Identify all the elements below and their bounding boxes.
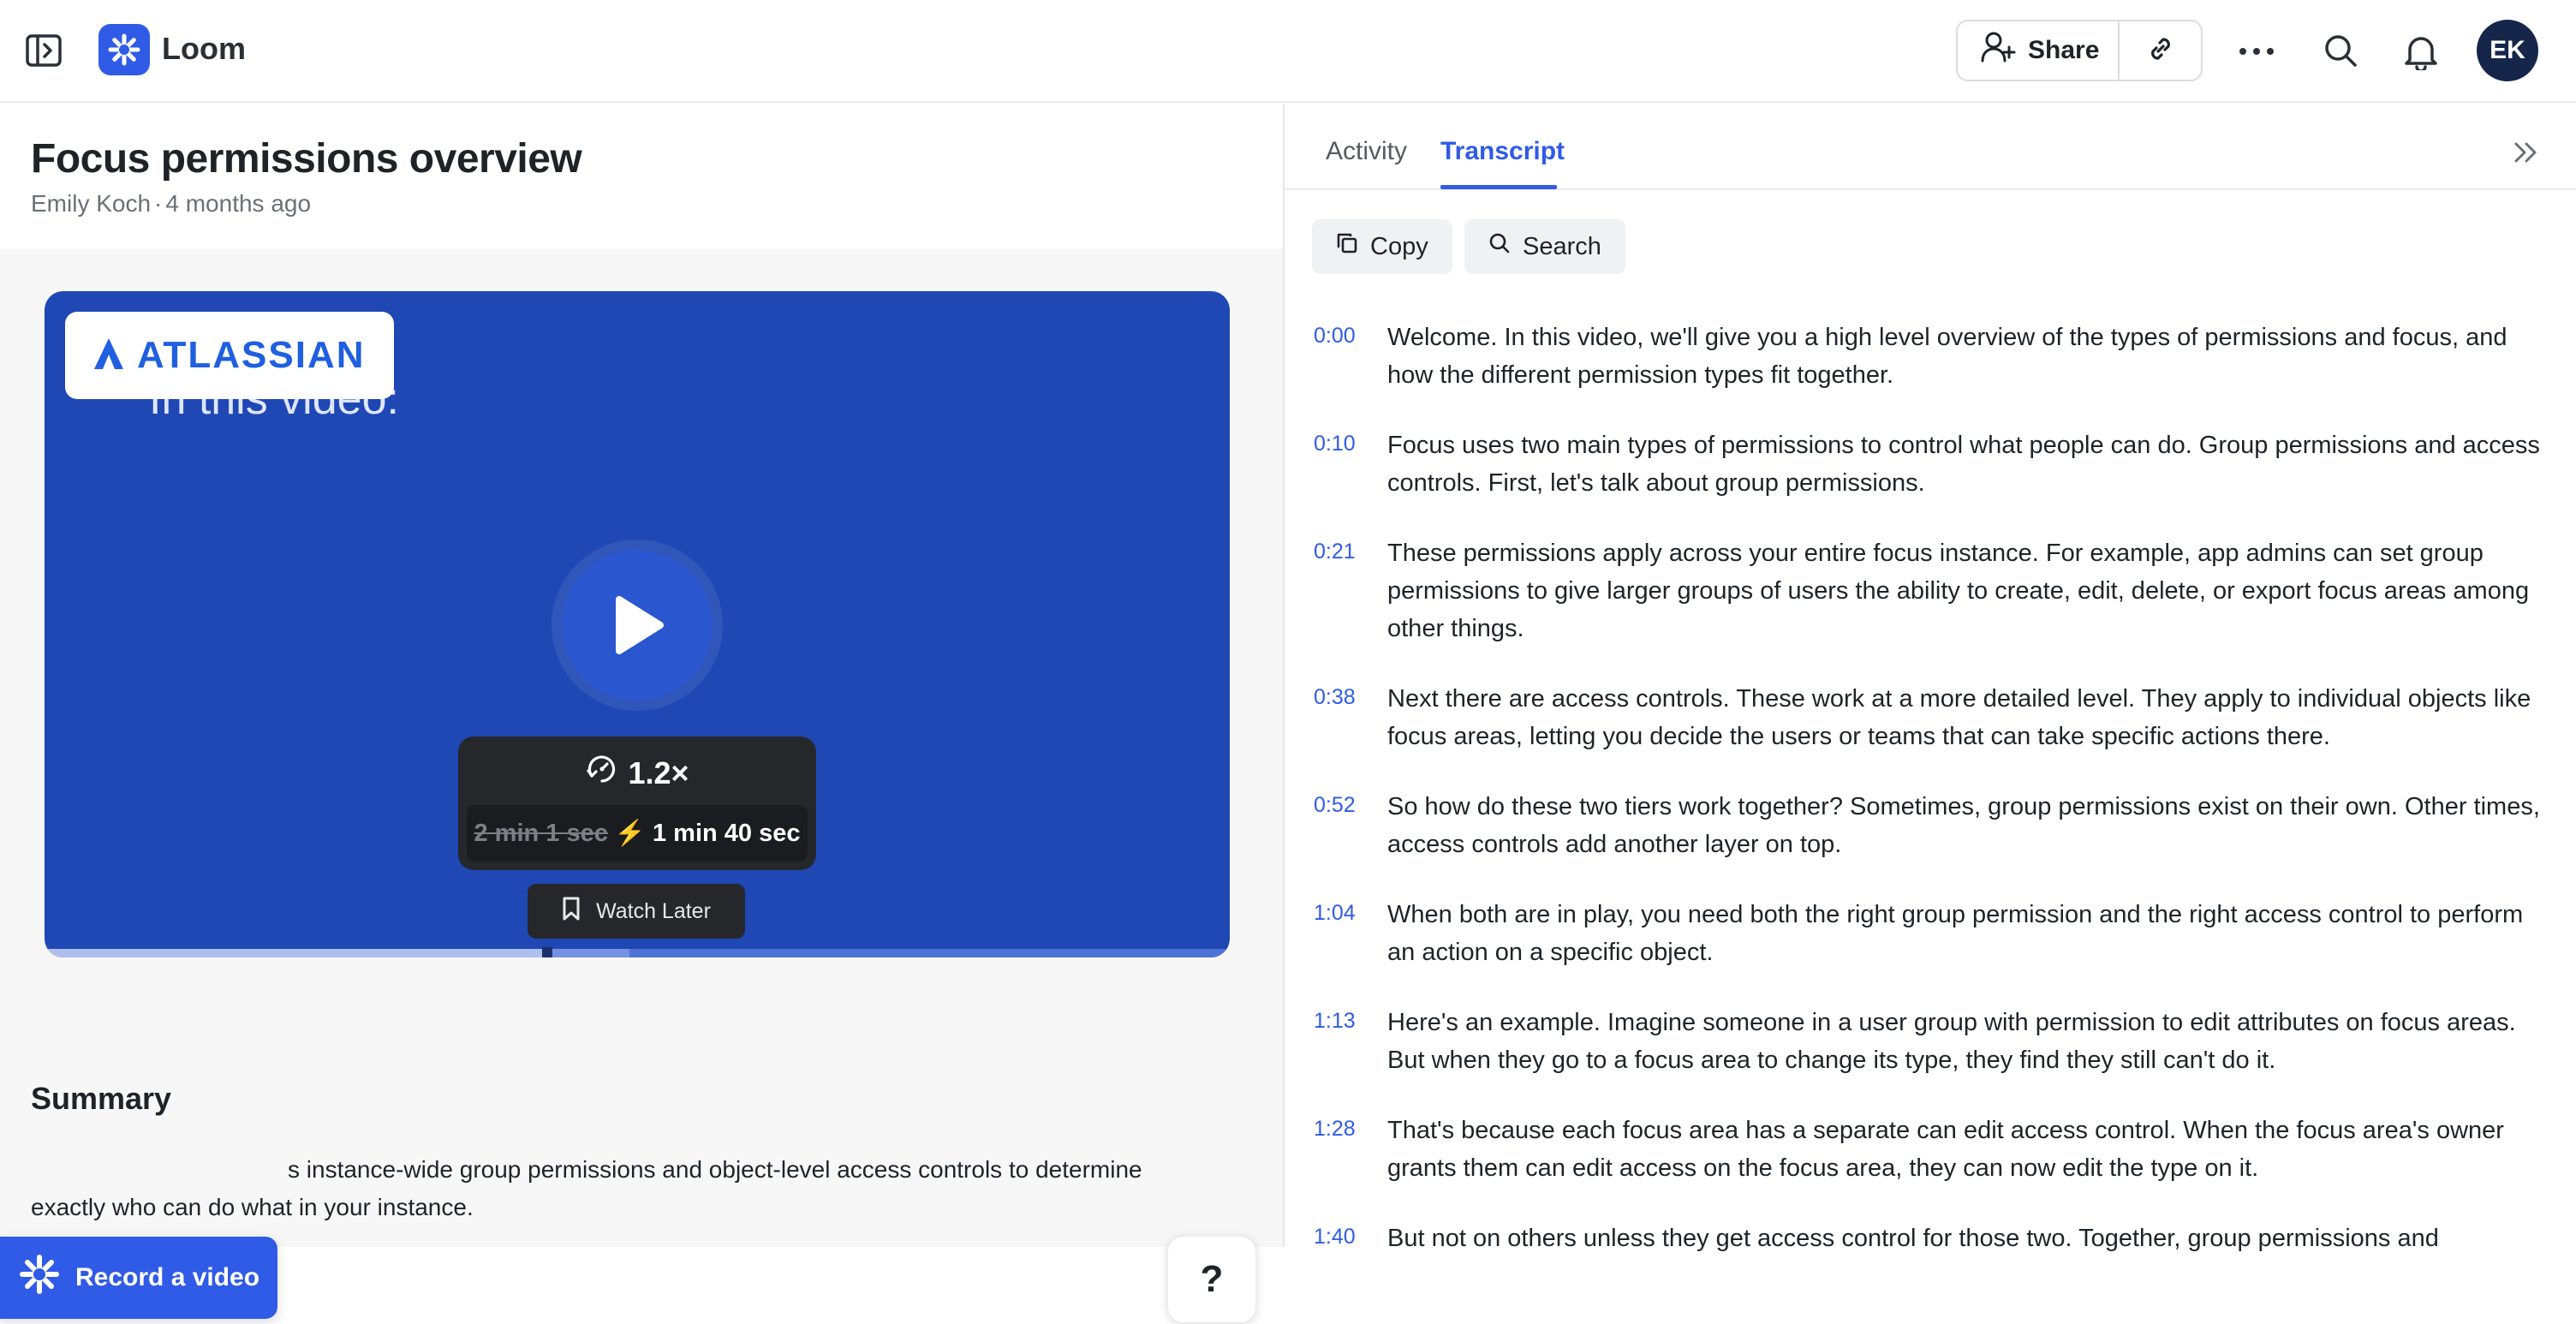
share-label: Share <box>2028 36 2100 64</box>
link-icon <box>2144 32 2178 70</box>
meta-separator: · <box>154 190 163 217</box>
new-duration: 1 min 40 sec <box>652 819 801 847</box>
record-video-label: Record a video <box>75 1263 260 1291</box>
segment-text: Focus uses two main types of permissions… <box>1387 432 2540 497</box>
transcript-segment: 1:04 When both are in play, you need bot… <box>1314 896 2555 971</box>
panel-tabs: Activity Transcript <box>1285 104 2576 190</box>
segment-text: Here's an example. Imagine someone in a … <box>1387 1009 2516 1074</box>
atlassian-logo: ATLASSIAN <box>65 312 394 399</box>
add-user-icon <box>1980 30 2016 71</box>
video-meta: Emily Koch · 4 months ago <box>31 190 311 218</box>
progress-buffer <box>552 949 629 957</box>
atlassian-mark-icon <box>91 336 127 376</box>
segment-text: That's because each focus area has a sep… <box>1387 1117 2504 1182</box>
active-tab-indicator <box>1440 185 1557 189</box>
speed-gauge-icon <box>585 752 619 794</box>
search-label: Search <box>1523 232 1601 260</box>
segment-text: Welcome. In this video, we'll give you a… <box>1387 324 2507 389</box>
search-icon[interactable] <box>2323 33 2358 73</box>
share-button[interactable]: Share <box>1958 21 2120 80</box>
transcript-segment: 0:10 Focus uses two main types of permis… <box>1314 426 2555 502</box>
top-bar: Loom Share EK <box>0 0 2576 103</box>
summary-text: s instance-wide group permissions and ob… <box>31 1151 1144 1226</box>
segment-timestamp[interactable]: 1:13 <box>1314 1004 1387 1079</box>
watch-later-label: Watch Later <box>596 898 711 923</box>
transcript-segment: 0:21 These permissions apply across your… <box>1314 534 2555 647</box>
lightning-icon: ⚡ <box>614 820 646 847</box>
segment-timestamp[interactable]: 1:04 <box>1314 896 1387 971</box>
summary-body: s instance-wide group permissions and ob… <box>31 1156 1142 1220</box>
loom-logo-icon[interactable] <box>98 24 150 75</box>
playback-speed: 1.2× <box>628 754 689 790</box>
bookmark-icon <box>562 896 581 927</box>
time-saved-row: 2 min 1 sec ⚡ 1 min 40 sec <box>467 805 808 862</box>
copy-icon <box>1336 232 1358 261</box>
segment-timestamp[interactable]: 0:10 <box>1314 426 1387 502</box>
author-name[interactable]: Emily Koch <box>31 190 151 217</box>
transcript-segment: 0:00 Welcome. In this video, we'll give … <box>1314 319 2555 394</box>
transcript-segment: 0:38 Next there are access controls. The… <box>1314 680 2555 755</box>
share-button-group: Share <box>1956 20 2203 81</box>
segment-timestamp[interactable]: 0:38 <box>1314 680 1387 755</box>
segment-timestamp[interactable]: 1:28 <box>1314 1112 1387 1187</box>
play-icon <box>562 550 713 701</box>
transcript-segment: 0:52 So how do these two tiers work toge… <box>1314 788 2555 863</box>
page-title: Focus permissions overview <box>31 136 582 182</box>
loom-star-icon <box>19 1254 60 1302</box>
segment-text: Next there are access controls. These wo… <box>1387 685 2531 750</box>
segment-timestamp[interactable]: 1:40 <box>1314 1220 1387 1257</box>
copy-label: Copy <box>1370 232 1428 260</box>
progress-bar[interactable] <box>45 947 1230 957</box>
search-icon <box>1488 232 1511 261</box>
segment-timestamp[interactable]: 0:21 <box>1314 534 1387 647</box>
tab-activity[interactable]: Activity <box>1326 137 1407 166</box>
copy-link-button[interactable] <box>2120 21 2201 80</box>
sidebar-toggle-icon[interactable] <box>26 34 62 67</box>
segment-timestamp[interactable]: 0:00 <box>1314 319 1387 394</box>
play-button[interactable] <box>552 540 723 711</box>
segment-text: When both are in play, you need both the… <box>1387 901 2524 966</box>
tab-transcript[interactable]: Transcript <box>1440 137 1565 166</box>
video-header: Focus permissions overview Emily Koch · 4 … <box>0 104 1283 248</box>
segment-text: So how do these two tiers work together?… <box>1387 793 2540 858</box>
record-video-button[interactable]: Record a video <box>0 1237 277 1319</box>
avatar[interactable]: EK <box>2477 20 2538 81</box>
summary-heading: Summary <box>31 1081 172 1116</box>
transcript-list: 0:00 Welcome. In this video, we'll give … <box>1314 319 2555 1290</box>
speed-card[interactable]: 1.2× 2 min 1 sec ⚡ 1 min 40 sec <box>458 737 816 870</box>
bell-icon[interactable] <box>2403 33 2439 75</box>
speed-row: 1.2× <box>458 752 816 794</box>
progress-fill <box>45 949 542 957</box>
video-panel: Focus permissions overview Emily Koch · 4 … <box>0 104 1283 1324</box>
watch-later-button[interactable]: Watch Later <box>528 884 745 939</box>
segment-text: These permissions apply across your enti… <box>1387 540 2530 642</box>
segment-timestamp[interactable]: 0:52 <box>1314 788 1387 863</box>
collapse-panel-icon[interactable] <box>2511 139 2542 170</box>
video-player[interactable]: In this video: ATLASSIAN 1.2× 2 min 1 se… <box>45 291 1230 957</box>
transcript-segment: 1:40 But not on others unless they get a… <box>1314 1220 2555 1257</box>
progress-handle[interactable] <box>542 947 552 957</box>
help-button[interactable]: ? <box>1166 1235 1257 1324</box>
app-name[interactable]: Loom <box>162 31 246 67</box>
copy-transcript-button[interactable]: Copy <box>1312 219 1452 274</box>
video-age: 4 months ago <box>165 190 312 217</box>
original-duration: 2 min 1 sec <box>474 819 608 847</box>
transcript-panel: Activity Transcript Copy Search 0:00 Wel… <box>1285 104 2576 1252</box>
brand-text: ATLASSIAN <box>137 334 366 376</box>
transcript-segment: 1:13 Here's an example. Imagine someone … <box>1314 1004 2555 1079</box>
search-transcript-button[interactable]: Search <box>1464 219 1625 274</box>
segment-text: But not on others unless they get access… <box>1387 1225 2439 1252</box>
transcript-segment: 1:28 That's because each focus area has … <box>1314 1112 2555 1187</box>
more-icon[interactable] <box>2237 36 2276 71</box>
